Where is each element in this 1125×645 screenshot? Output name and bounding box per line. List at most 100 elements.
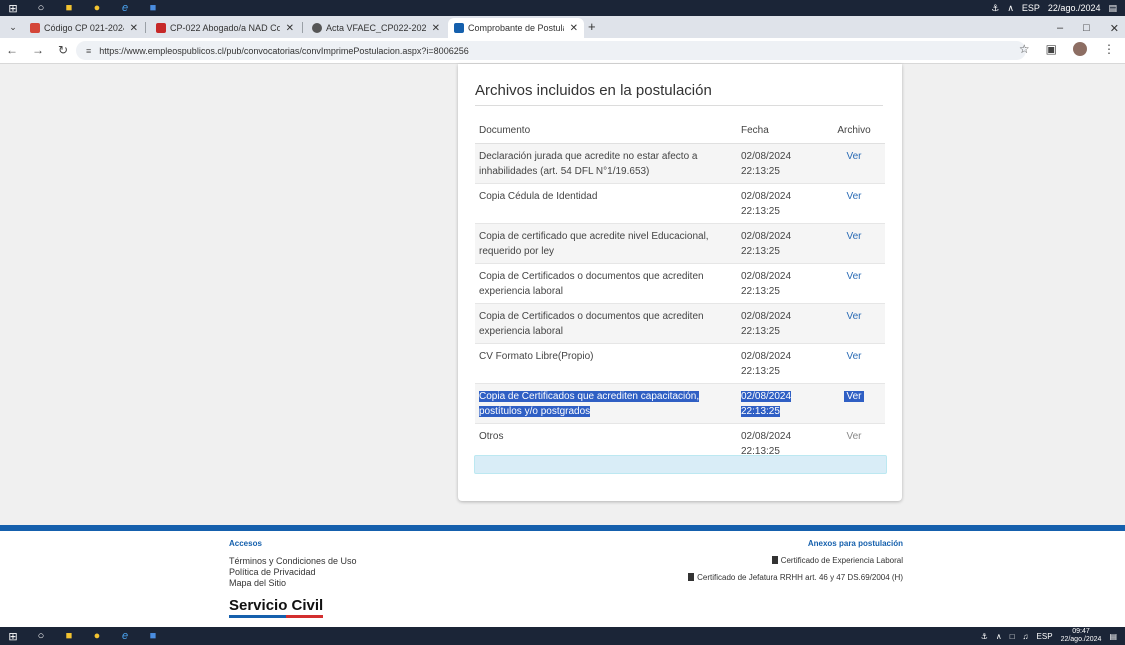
file-cell: Ver [823,382,885,423]
maximize-icon[interactable]: □ [1083,22,1090,34]
annex-link-experiencia[interactable]: Certificado de Experiencia Laboral [688,556,903,565]
document-cell: CV Formato Libre(Propio) [475,342,737,383]
minimize-icon[interactable]: – [1057,22,1063,34]
ver-link[interactable]: Ver [846,191,861,202]
new-tab-button[interactable]: + [588,19,596,34]
close-icon[interactable]: ✕ [432,23,440,34]
back-icon[interactable]: ← [6,43,18,57]
edge-icon[interactable]: e [118,2,132,14]
globe-icon [312,23,322,33]
table-row: Copia de Certificados o documentos que a… [475,262,885,303]
file-cell: Ver [823,302,885,343]
sidepanel-icon[interactable]: ▣ [1046,42,1057,56]
chrome-icon[interactable]: ● [90,630,104,642]
window-close-icon[interactable]: ✕ [1110,22,1119,35]
table-row: Copia de certificado que acredite nivel … [475,222,885,263]
document-cell: Copia de Certificados o documentos que a… [475,302,737,343]
selected-text: Copia de Certificados que acrediten capa… [479,390,700,417]
tab-comprobante[interactable]: Comprobante de Postulación | S ✕ [448,18,584,38]
terms-link[interactable]: Términos y Condiciones de Uso [229,556,357,567]
word-icon[interactable]: ■ [146,2,160,14]
chrome-icon[interactable]: ● [90,2,104,14]
table-row: Copia Cédula de Identidad 02/08/2024 22:1… [475,182,885,223]
servicio-civil-logo[interactable]: Servicio Civil [229,597,324,618]
tab-separator [302,22,303,33]
tab-title: Comprobante de Postulación | S [468,23,564,33]
windows-start-icon[interactable]: ⊞ [6,630,20,643]
footer-accesos-title: Accesos [229,539,262,548]
time-text: 22:13:25 [741,365,780,377]
info-alert-bar [474,455,887,474]
tab-acta[interactable]: Acta VFAEC_CP022-2024.pdf ✕ [306,18,446,38]
date-text: 02/08/2024 [741,430,792,442]
people-icon[interactable]: ⚓ [991,3,999,14]
date-text: 02/08/2024 [741,230,792,242]
time-text: 22:13:25 [741,165,780,177]
file-explorer-icon[interactable]: ■ [62,2,76,14]
annex-link-jefatura[interactable]: Certificado de Jefatura RRHH art. 46 y 4… [688,573,903,582]
lang-indicator[interactable]: ESP [1037,632,1053,641]
search-icon[interactable]: ○ [34,630,48,642]
ver-link[interactable]: Ver [846,311,861,322]
lang-indicator[interactable]: ESP [1022,3,1040,13]
table-header-row: Documento Fecha Archivo [475,118,885,144]
time-text: 22:13:25 [741,245,780,257]
close-icon[interactable]: ✕ [130,23,138,34]
tab-title: CP-022 Abogado/a NAD Coqui [170,23,280,33]
volume-icon[interactable]: ♫ [1023,632,1029,641]
taskbar-date: 22/ago./2024 [1047,3,1101,13]
date-cell: 02/08/2024 22:13:25 [737,262,823,303]
network-icon[interactable]: □ [1010,632,1015,641]
tab-gmail[interactable]: Código CP 021-2024 Observaci ✕ [24,18,144,38]
profile-avatar[interactable] [1073,42,1087,56]
forward-icon[interactable]: → [32,43,44,57]
word-icon[interactable]: ■ [146,630,160,642]
ver-link[interactable]: Ver [846,151,861,162]
people-icon[interactable]: ⚓ [981,632,988,641]
date-text: 02/08/2024 [741,270,792,282]
tab-separator [145,22,146,33]
ver-link[interactable]: Ver [846,431,861,442]
edge-icon[interactable]: e [118,630,132,642]
browser-tab-bar: ⌄ Código CP 021-2024 Observaci ✕ CP-022 … [0,16,1125,38]
time-text: 22:13:25 [741,325,780,337]
taskbar-clock[interactable]: 09:47 22/ago./2024 [1061,628,1102,644]
document-cell: Declaración jurada que acredite no estar… [475,142,737,183]
date-text: 02/08/2024 [741,190,792,202]
file-explorer-icon[interactable]: ■ [62,630,76,642]
column-header-archivo: Archivo [823,118,885,144]
annex-label: Certificado de Experiencia Laboral [780,556,903,565]
privacy-link[interactable]: Política de Privacidad [229,567,357,578]
search-icon[interactable]: ○ [34,2,48,14]
url-text: https://www.empleospublicos.cl/pub/convo… [99,45,469,56]
reload-icon[interactable]: ↻ [58,43,68,57]
notification-icon[interactable]: ▤ [1108,3,1117,14]
windows-taskbar: ⊞ ○ ■ ● e ■ ⚓ ∧ □ ♫ ESP 09:47 22/ago./20… [0,627,1125,645]
site-info-icon[interactable]: ≡ [86,46,91,56]
tab-search-icon[interactable]: ⌄ [6,20,20,34]
windows-start-icon[interactable]: ⊞ [6,2,20,15]
menu-kebab-icon[interactable]: ⋮ [1103,42,1115,56]
url-input[interactable]: ≡ https://www.empleospublicos.cl/pub/con… [76,41,1026,60]
close-icon[interactable]: ✕ [570,23,578,34]
attachments-card: Archivos incluidos en la postulación Doc… [458,64,902,501]
footer-anexos-title: Anexos para postulación [807,539,903,548]
address-bar: ← → ↻ ≡ https://www.empleospublicos.cl/p… [0,38,1125,64]
date-text: 02/08/2024 [741,310,792,322]
ver-link[interactable]: Ver [846,231,861,242]
ver-link[interactable]: Ver [846,271,861,282]
close-icon[interactable]: ✕ [286,23,294,34]
ver-link[interactable]: Ver [846,391,861,402]
table-row-selected: Copia de Certificados que acrediten capa… [475,382,885,423]
tray-chevron-icon[interactable]: ∧ [996,632,1002,641]
notification-icon[interactable]: ▤ [1109,632,1117,641]
tray-chevron-icon[interactable]: ∧ [1007,3,1014,14]
sitemap-link[interactable]: Mapa del Sitio [229,578,357,589]
page-content: Archivos incluidos en la postulación Doc… [0,64,1125,525]
ver-link[interactable]: Ver [846,351,861,362]
tab-cp022[interactable]: CP-022 Abogado/a NAD Coqui ✕ [150,18,300,38]
file-cell: Ver [823,142,885,183]
annex-label: Certificado de Jefatura RRHH art. 46 y 4… [697,573,903,582]
bookmark-star-icon[interactable]: ☆ [1019,42,1030,56]
gmail-icon [30,23,40,33]
